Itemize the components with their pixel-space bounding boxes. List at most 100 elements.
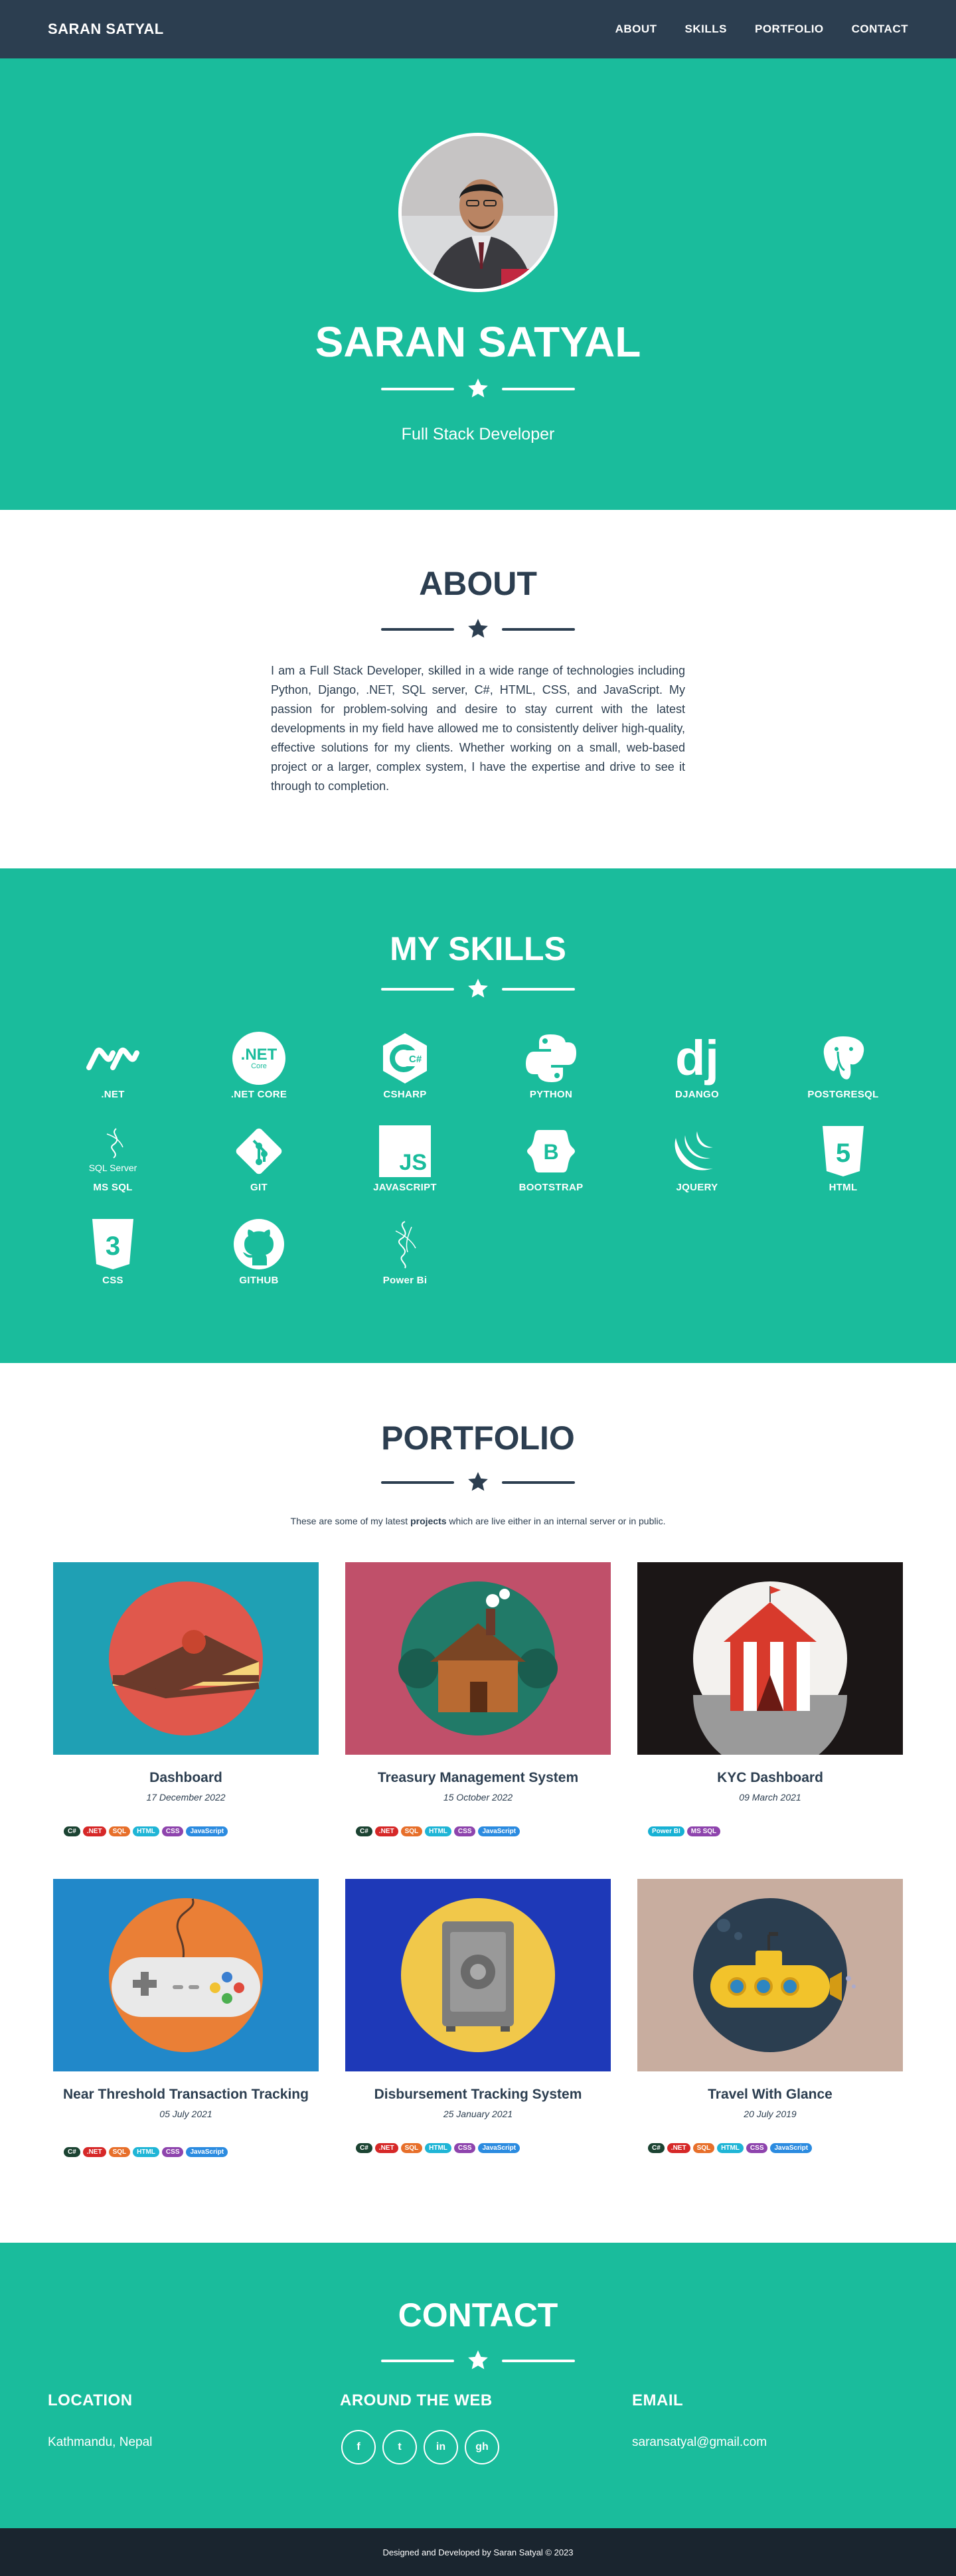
skill-powerbi: Power Bi (352, 1218, 458, 1286)
django-icon: dj (675, 1030, 719, 1086)
svg-text:B: B (543, 1140, 558, 1164)
tag-badge: C# (64, 1826, 80, 1836)
nav-link-portfolio[interactable]: PORTFOLIO (755, 23, 824, 36)
about-section: ABOUT I am a Full Stack Developer, skill… (0, 510, 956, 868)
contact-divider (381, 2349, 575, 2372)
tag-badge: .NET (82, 2147, 106, 2157)
svg-text:5: 5 (836, 1139, 850, 1168)
skill-github: GITHUB (206, 1218, 312, 1286)
project-card-disbursement[interactable]: Disbursement Tracking System 25 January … (345, 1879, 611, 2153)
tag-badge: SQL (400, 2143, 423, 2153)
project-tags: C# .NET SQL HTML CSS JavaScript (53, 1826, 319, 1836)
project-image[interactable] (637, 1562, 903, 1772)
tag-badge: CSS (453, 1826, 476, 1836)
project-title: Travel With Glance (708, 2087, 833, 2102)
star-icon (468, 2350, 488, 2370)
tag-badge: HTML (133, 1826, 159, 1836)
project-tags: C# .NET SQL HTML CSS JavaScript (345, 2143, 611, 2153)
skills-section: MY SKILLS .NET .NET Core .NET CORE C# CSH… (0, 868, 956, 1363)
github-icon (229, 1218, 289, 1271)
contact-section: CONTACT LOCATION Kathmandu, Nepal AROUND… (0, 2243, 956, 2528)
svg-text:3: 3 (106, 1232, 120, 1261)
project-date: 15 October 2022 (443, 1792, 513, 1803)
contact-title: CONTACT (398, 2296, 558, 2334)
tag-badge: SQL (400, 1826, 423, 1836)
about-title: ABOUT (419, 565, 537, 602)
tag-badge: SQL (108, 2147, 131, 2157)
project-title: Dashboard (149, 1770, 222, 1785)
project-card-dashboard[interactable]: Dashboard 17 December 2022 C# .NET SQL H… (53, 1562, 319, 1836)
tag-badge: C# (356, 1826, 372, 1836)
tag-badge: .NET (82, 1826, 106, 1836)
project-image[interactable] (345, 1562, 611, 1755)
github-icon[interactable]: gh (465, 2430, 499, 2464)
tag-badge: .NET (374, 1826, 398, 1836)
email-heading: EMAIL (632, 2391, 684, 2409)
project-image[interactable] (53, 1879, 319, 2071)
jquery-icon (667, 1125, 727, 1178)
skill-django: dj DJANGO (644, 1030, 750, 1101)
star-icon (468, 619, 488, 638)
email-link[interactable]: saransatyal@gmail.com (632, 2435, 767, 2450)
project-card-near-threshold[interactable]: Near Threshold Transaction Tracking 05 J… (53, 1879, 319, 2157)
tag-badge: HTML (133, 2147, 159, 2157)
star-icon (468, 979, 488, 998)
project-image[interactable] (53, 1562, 319, 1755)
skill-git: GIT (206, 1125, 312, 1193)
project-card-travel[interactable]: Travel With Glance 20 July 2019 C# .NET … (637, 1879, 903, 2153)
twitter-icon[interactable]: t (382, 2430, 417, 2464)
mssql-icon: SQL Server (83, 1125, 143, 1178)
safe-icon (401, 1898, 555, 2052)
skill-jquery: JQUERY (644, 1125, 750, 1193)
facebook-icon[interactable]: f (341, 2430, 376, 2464)
footer-text: Designed and Developed by Saran Satyal ©… (382, 2547, 574, 2557)
dotnet-core-icon: .NET Core (229, 1032, 289, 1085)
project-image[interactable] (345, 1879, 611, 2071)
javascript-icon: JS (375, 1125, 435, 1178)
tag-badge: CSS (453, 2143, 476, 2153)
hero-subtitle: Full Stack Developer (401, 425, 555, 443)
footer: Designed and Developed by Saran Satyal ©… (0, 2528, 956, 2576)
nav-link-contact[interactable]: CONTACT (852, 23, 908, 36)
skills-divider (381, 977, 575, 1000)
around-web-heading: AROUND THE WEB (340, 2391, 493, 2409)
python-icon (521, 1032, 581, 1085)
skill-dotnet: .NET (60, 1032, 166, 1100)
skill-postgresql: POSTGRESQL (790, 1032, 896, 1100)
brand-link[interactable]: SARAN SATYAL (48, 21, 164, 38)
tag-badge: MS SQL (686, 1826, 721, 1836)
star-icon (468, 1472, 488, 1491)
powerbi-icon (375, 1218, 435, 1271)
linkedin-icon[interactable]: in (424, 2430, 458, 2464)
nav-link-skills[interactable]: SKILLS (685, 23, 727, 36)
tag-badge: JavaScript (478, 1826, 520, 1836)
portfolio-section: PORTFOLIO These are some of my latest pr… (0, 1363, 956, 2243)
project-tags: C# .NET SQL HTML CSS JavaScript (637, 2143, 903, 2153)
project-card-treasury[interactable]: Treasury Management System 15 October 20… (345, 1562, 611, 1836)
project-date: 05 July 2021 (159, 2109, 212, 2119)
project-card-kyc[interactable]: KYC Dashboard 09 March 2021 Power BI MS … (637, 1562, 903, 1836)
skills-title: MY SKILLS (390, 930, 566, 967)
portfolio-divider (381, 1471, 575, 1493)
project-title: Near Threshold Transaction Tracking (63, 2087, 309, 2102)
skill-python: PYTHON (498, 1032, 604, 1100)
tag-badge: HTML (425, 2143, 451, 2153)
portfolio-title: PORTFOLIO (381, 1419, 575, 1457)
social-links: f t in gh (341, 2430, 499, 2464)
tag-badge: Power BI (648, 1826, 684, 1836)
project-date: 09 March 2021 (739, 1792, 801, 1803)
project-tags: C# .NET SQL HTML CSS JavaScript (53, 2147, 319, 2157)
project-image[interactable] (637, 1879, 903, 2071)
skill-mssql: SQL Server MS SQL (60, 1125, 166, 1193)
tag-badge: JavaScript (186, 1826, 228, 1836)
skill-dotnet-core: .NET Core .NET CORE (206, 1032, 312, 1100)
tag-badge: C# (648, 2143, 665, 2153)
bootstrap-icon: B (521, 1125, 581, 1178)
tag-badge: SQL (692, 2143, 715, 2153)
top-navbar: SARAN SATYAL ABOUT SKILLS PORTFOLIO CONT… (0, 0, 956, 58)
avatar (398, 133, 558, 292)
nav-links: ABOUT SKILLS PORTFOLIO CONTACT (615, 23, 908, 36)
tag-badge: CSS (746, 2143, 768, 2153)
nav-link-about[interactable]: ABOUT (615, 23, 657, 36)
project-title: Treasury Management System (377, 1770, 579, 1785)
